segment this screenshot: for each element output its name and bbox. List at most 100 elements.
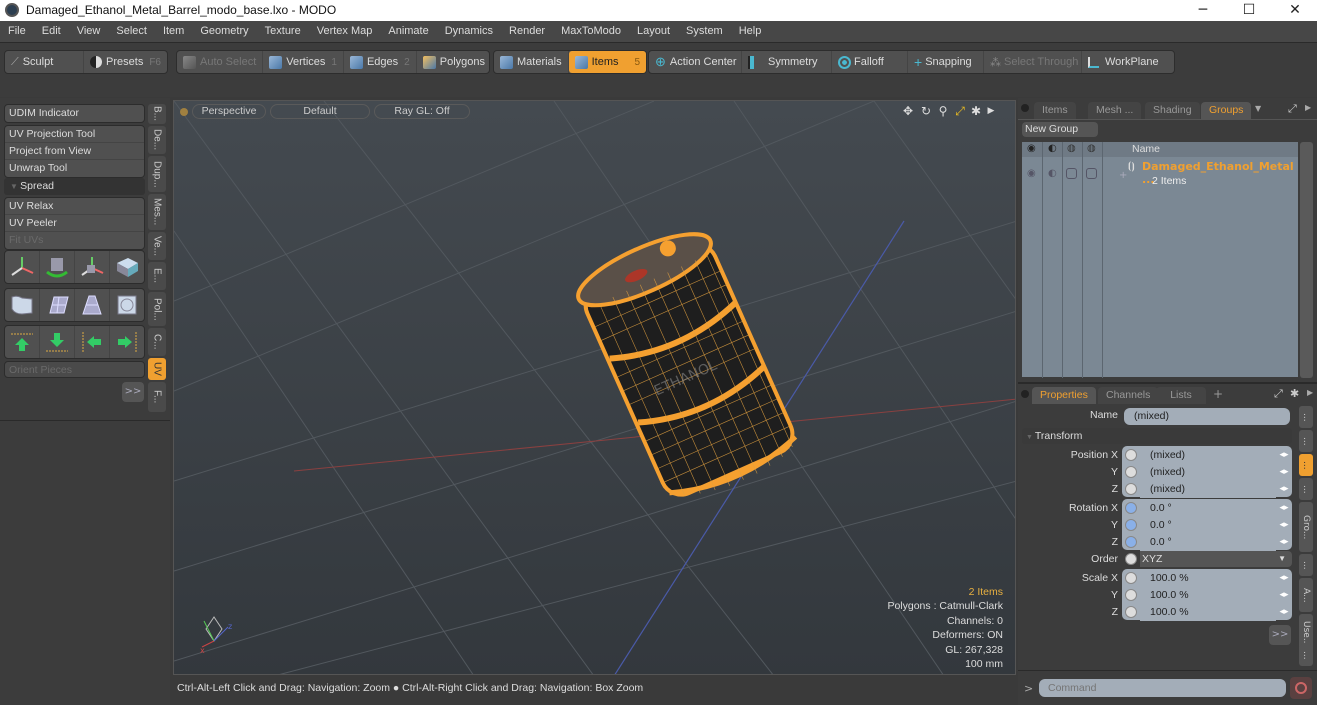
order-select[interactable]: XYZ ▼: [1140, 551, 1292, 567]
presets-button[interactable]: Presets F6: [84, 51, 167, 73]
rotation-z-keyframe[interactable]: [1125, 536, 1137, 548]
pan-icon[interactable]: ✥: [901, 104, 915, 118]
minimize-button[interactable]: ─: [1180, 0, 1226, 21]
position-slider-arrows-icon[interactable]: ◂▸ ◂▸ ◂▸: [1277, 447, 1291, 498]
maximize-button[interactable]: ☐: [1226, 0, 1272, 21]
visibility-icon[interactable]: ◉: [1027, 143, 1036, 154]
record-button[interactable]: [1290, 677, 1312, 699]
tab-properties[interactable]: Properties: [1032, 387, 1096, 404]
rotate-icon[interactable]: ↻: [919, 104, 933, 118]
props-arrow-icon[interactable]: ▶: [1307, 388, 1313, 397]
menu-layout[interactable]: Layout: [629, 21, 678, 42]
menu-animate[interactable]: Animate: [380, 21, 436, 42]
close-button[interactable]: ✕: [1272, 0, 1317, 21]
raygl-button[interactable]: Ray GL: Off: [374, 104, 470, 119]
side-tab-2[interactable]: ...: [1299, 430, 1313, 452]
unwrap-tool-button[interactable]: Unwrap Tool: [5, 160, 144, 177]
rotation-z-field[interactable]: 0.0 °: [1140, 534, 1276, 551]
align-left-icon[interactable]: [75, 326, 110, 358]
tab-groups[interactable]: Groups: [1201, 102, 1252, 119]
menu-vertex-map[interactable]: Vertex Map: [309, 21, 381, 42]
scale-y-keyframe[interactable]: [1125, 589, 1137, 601]
uv-scale-icon[interactable]: [75, 251, 110, 283]
props-more-button[interactable]: >>: [1269, 625, 1291, 645]
props-gear-icon[interactable]: ✱: [1290, 387, 1299, 400]
vertices-button[interactable]: Vertices 1: [263, 51, 344, 73]
rotation-slider-arrows-icon[interactable]: ◂▸ ◂▸ ◂▸: [1277, 500, 1291, 551]
expand-props-icon[interactable]: ⤢: [1274, 387, 1283, 401]
position-z-keyframe[interactable]: [1125, 483, 1137, 495]
tab-lists[interactable]: Lists: [1156, 387, 1206, 404]
expand-panel-icon[interactable]: ⤢: [1288, 102, 1297, 116]
expand-plus-icon[interactable]: +: [1119, 170, 1127, 181]
menu-dynamics[interactable]: Dynamics: [437, 21, 501, 42]
tab-items[interactable]: Items: [1034, 102, 1076, 119]
maximize-viewport-icon[interactable]: ⤢: [953, 104, 967, 118]
position-y-field[interactable]: (mixed): [1140, 464, 1276, 481]
action-center-button[interactable]: ⊕ Action Center: [649, 51, 742, 73]
row-select-checkbox[interactable]: [1086, 168, 1097, 179]
perspective-button[interactable]: Perspective: [192, 104, 266, 119]
uv-plane-grid-icon[interactable]: [40, 289, 75, 321]
vtab-f[interactable]: F...: [148, 382, 166, 412]
items-button[interactable]: Items 5: [568, 51, 646, 73]
panel-menu-dot[interactable]: [1021, 104, 1029, 112]
add-tab-button[interactable]: +: [1213, 387, 1223, 401]
tabs-dropdown-icon[interactable]: ▼: [1255, 104, 1261, 113]
side-tab-a[interactable]: A...: [1299, 578, 1313, 612]
sculpt-button[interactable]: ⟋ Sculpt: [5, 51, 85, 73]
rotation-x-field[interactable]: 0.0 °: [1140, 500, 1276, 517]
transform-section[interactable]: ▼ Transform: [1022, 428, 1292, 444]
auto-select-button[interactable]: Auto Select: [177, 51, 264, 73]
position-y-keyframe[interactable]: [1125, 466, 1137, 478]
vtab-ve[interactable]: Ve...: [148, 232, 166, 260]
orient-pieces-button[interactable]: Orient Pieces: [5, 362, 144, 379]
props-menu-dot[interactable]: [1021, 390, 1029, 398]
select-lock-icon[interactable]: ◍: [1087, 143, 1096, 154]
uv-relax-button[interactable]: UV Relax: [5, 198, 144, 215]
vtab-uv[interactable]: UV: [148, 358, 166, 380]
rotation-x-keyframe[interactable]: [1125, 502, 1137, 514]
order-keyframe[interactable]: [1125, 553, 1137, 565]
vtab-b[interactable]: B...: [148, 104, 166, 124]
row-lock-checkbox[interactable]: [1066, 168, 1077, 179]
udim-indicator-button[interactable]: UDIM Indicator: [5, 105, 144, 122]
uv-sphere-grid-icon[interactable]: [110, 289, 144, 321]
render-icon[interactable]: ◐: [1048, 143, 1057, 154]
zoom-icon[interactable]: ⚲: [936, 104, 950, 118]
menu-item[interactable]: Item: [155, 21, 192, 42]
tab-channels[interactable]: Channels: [1098, 387, 1159, 404]
menu-file[interactable]: File: [0, 21, 34, 42]
group-row[interactable]: ◉ ◐ + ⦗⦘ Damaged_Ethanol_Metal ... 2 Ite…: [1022, 159, 1298, 193]
scale-slider-arrows-icon[interactable]: ◂▸ ◂▸ ◂▸: [1277, 570, 1291, 621]
position-x-field[interactable]: (mixed): [1140, 447, 1276, 464]
lock-icon[interactable]: ◍: [1067, 143, 1076, 154]
project-from-view-button[interactable]: Project from View: [5, 143, 144, 160]
scale-x-keyframe[interactable]: [1125, 572, 1137, 584]
snapping-button[interactable]: + Snapping: [908, 51, 984, 73]
new-group-button[interactable]: New Group: [1022, 122, 1098, 137]
side-tab-6[interactable]: ...: [1299, 554, 1313, 576]
select-through-button[interactable]: ⁂ Select Through: [984, 51, 1082, 73]
menu-geometry[interactable]: Geometry: [192, 21, 256, 42]
more-tools-button[interactable]: >>: [122, 382, 144, 402]
uv-projection-tool-button[interactable]: UV Projection Tool: [5, 126, 144, 143]
tab-shading[interactable]: Shading: [1145, 102, 1200, 119]
align-bottom-icon[interactable]: [40, 326, 75, 358]
side-tab-4[interactable]: ...: [1299, 478, 1313, 500]
align-top-icon[interactable]: [5, 326, 40, 358]
vtab-pol[interactable]: Pol...: [148, 292, 166, 326]
name-field[interactable]: (mixed): [1124, 408, 1290, 425]
fit-uvs-button[interactable]: Fit UVs: [5, 232, 144, 249]
materials-button[interactable]: Materials: [494, 51, 569, 73]
menu-render[interactable]: Render: [501, 21, 553, 42]
falloff-button[interactable]: Falloff: [832, 51, 908, 73]
viewport-menu-dot[interactable]: [180, 108, 188, 116]
uv-unwrap-grid-icon[interactable]: [5, 289, 40, 321]
row-visibility-icon[interactable]: ◉: [1027, 168, 1036, 179]
workplane-button[interactable]: WorkPlane: [1082, 51, 1165, 73]
side-tab-9[interactable]: ...: [1299, 644, 1313, 666]
tab-mesh[interactable]: Mesh ...: [1088, 102, 1142, 119]
uv-transform-icon[interactable]: [110, 251, 144, 283]
position-x-keyframe[interactable]: [1125, 449, 1137, 461]
